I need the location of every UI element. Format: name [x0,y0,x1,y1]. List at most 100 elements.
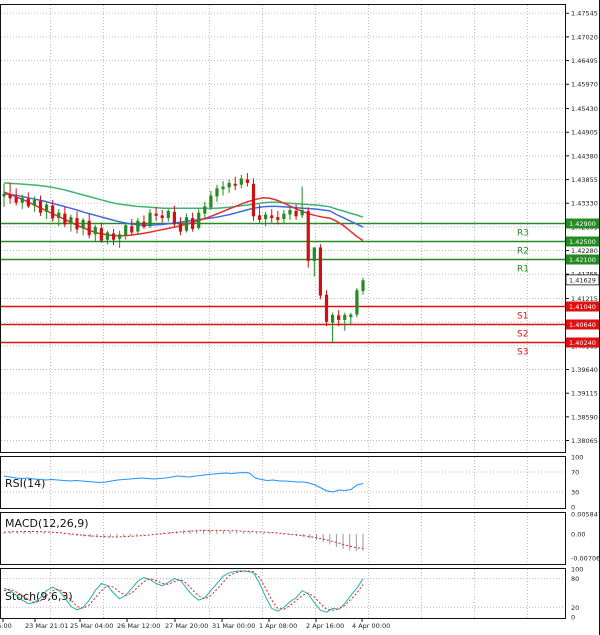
candle-body [264,214,268,219]
candle-body [99,228,103,241]
candle-body [184,217,189,231]
price-y-tick-label: 1.47020 [571,33,598,41]
level-price-tag-text: 1.40240 [569,339,596,347]
level-label-s3: S3 [517,348,528,358]
candle-body [276,217,280,220]
candle-body [93,227,97,235]
candle-body [215,188,219,197]
rsi-y-tick-label: 70 [571,469,579,477]
candle-body [166,210,170,219]
candle-body [172,211,176,225]
x-axis-label: 25 Mar 04:00 [70,622,113,630]
candle-body [154,213,158,216]
candle-body [300,209,304,216]
x-axis-label: 27 Mar 20:00 [165,622,208,630]
x-axis-label: 4 Apr 00:00 [352,622,390,630]
stoch-y-tick-label: 80 [571,575,579,583]
candle-body [38,200,43,213]
candle-body [8,194,12,199]
level-price-tag-text: 1.41040 [569,303,596,311]
price-y-tick-label: 1.44380 [571,152,598,160]
stoch-y-tick-label: 0 [571,614,575,622]
candle-body [324,294,329,322]
macd-y-tick-label: 0.00 [571,530,585,538]
price-y-tick-label: 1.45430 [571,105,598,113]
candle-body [124,225,128,236]
candle-body [2,193,6,197]
x-axis-label: 1 Apr 08:00 [259,622,297,630]
x-axis-label: 31 Mar 00:00 [212,622,255,630]
candle-body [75,218,79,230]
candle-body [330,314,335,323]
rsi-panel-frame [0,456,566,509]
candle-body [178,223,183,232]
macd-panel-title: MACD(12,26,9) [5,517,89,530]
forex-chart: 1.47545 1.47020 1.46495 1.45970 1.45430 1.449… [0,0,600,635]
candle-body [349,314,353,318]
level-price-tag-text: 1.42900 [569,220,596,228]
stoch-panel-frame [0,568,566,619]
price-y-tick-label: 1.45970 [571,81,598,89]
candle-body [81,219,85,229]
candle-body [87,220,91,236]
rsi-panel-title: RSI(14) [5,477,45,490]
price-y-tick-label: 1.39115 [571,390,598,398]
candle-body [20,197,24,203]
price-y-tick-label: 1.38590 [571,413,598,421]
price-y-tick-label: 1.47545 [571,10,598,18]
candle-body [343,314,347,320]
candle-body [57,212,61,219]
candle-body [44,204,49,212]
macd-y-tick-label: 0.005847 [571,510,600,518]
level-label-r1: R1 [517,265,529,275]
candle-body [306,210,310,261]
candle-body [337,315,341,320]
candle-body [355,290,359,315]
level-price-tag-text: 1.42500 [569,238,596,246]
level-label-s2: S2 [517,330,528,340]
price-y-tick-label: 1.42280 [571,247,598,255]
candle-body [191,218,195,229]
candle-body [14,197,18,203]
candle-body [233,183,237,186]
macd-y-tick-label: -0.007067 [571,555,600,563]
level-label-s1: S1 [517,312,528,322]
candle-body [69,217,73,224]
candle-body [142,221,146,228]
candle-body [160,215,164,219]
candle-body [136,220,140,232]
x-axis-label: 16:00 [0,622,12,630]
candle-body [32,200,37,206]
candle-body [257,215,262,220]
candle-body [148,212,152,227]
candle-body [251,183,256,217]
level-price-tag-text: 1.40640 [569,321,596,329]
price-y-tick-label: 1.44905 [571,129,598,137]
candle-body [312,247,316,261]
candle-body [26,198,30,207]
candle-body [239,178,243,185]
price-y-tick-label: 1.38065 [571,437,598,445]
candle-body [318,247,323,296]
level-price-tag-text: 1.42100 [569,256,596,264]
price-y-tick-label: 1.43855 [571,176,598,184]
price-y-tick-label: 1.43330 [571,200,598,208]
candle-body [361,280,365,292]
candle-body [282,213,286,219]
candle-body [203,206,207,214]
candle-body [63,213,67,225]
x-axis-label: 26 Mar 12:00 [117,622,160,630]
candle-body [270,215,274,219]
stoch-panel-title: Stoch(9,6,3) [5,590,73,603]
candle-body [288,209,292,215]
level-label-r3: R3 [517,229,529,239]
candle-body [197,212,201,228]
rsi-y-tick-label: 30 [571,489,579,497]
rsi-y-tick-label: 100 [571,454,583,462]
candle-body [118,234,122,239]
candle-body [111,233,116,240]
candle-body [221,186,225,190]
stoch-y-tick-label: 100 [571,566,583,574]
x-axis-label: 2 Apr 16:00 [306,622,344,630]
price-y-tick-label: 1.39640 [571,366,598,374]
